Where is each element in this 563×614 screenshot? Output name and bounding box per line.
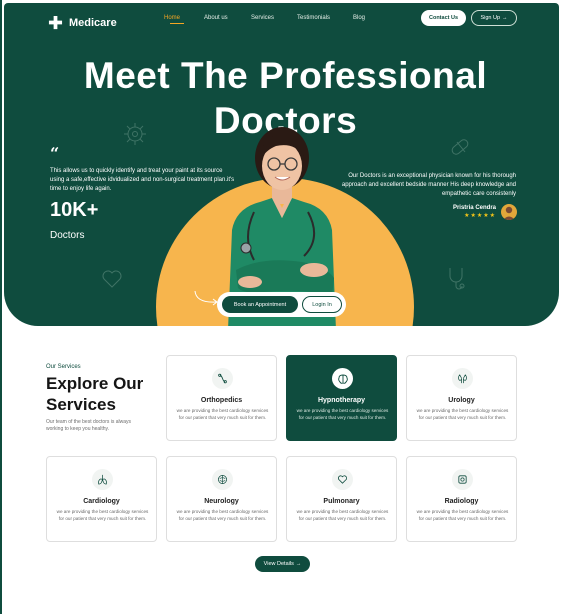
arrow-right-icon: → [502,15,508,21]
services-eyebrow: Our Services [46,364,81,370]
service-card-cardiology[interactable]: Cardiology we are providing the best car… [46,456,157,542]
neuron-icon [218,475,227,484]
card-description: we are providing the best cardiology ser… [176,509,269,521]
card-description: we are providing the best cardiology ser… [296,408,389,420]
service-card-urology[interactable]: Urology we are providing the best cardio… [406,355,517,441]
service-card-pulmonary[interactable]: Pulmonary we are providing the best card… [286,456,397,542]
sign-up-button[interactable]: Sign Up → [471,10,517,26]
card-icon-wrap [332,368,353,389]
card-title: Hypnotherapy [317,397,366,404]
nav-blog[interactable]: Blog [353,15,365,21]
card-description: we are providing the best cardiology ser… [176,408,269,420]
hero-description: This allows us to quickly identify and t… [50,168,235,192]
nav-services[interactable]: Services [251,15,274,21]
card-title: Pulmonary [323,498,360,505]
hero-title-line1: Meet The Professional [83,55,488,96]
sign-up-label: Sign Up [480,15,501,21]
view-details-button[interactable]: View Details → [255,556,310,572]
medical-cross-icon [48,15,63,30]
service-card-radiology[interactable]: Radiology we are providing the best card… [406,456,517,542]
card-icon-wrap [92,469,113,490]
card-description: we are providing the best cardiology ser… [416,509,509,521]
reviewer-avatar [501,204,517,220]
brand-name: Medicare [69,16,117,29]
arrow-right-icon: → [295,561,302,567]
heart-outline-icon [102,270,122,288]
card-title: Radiology [444,498,479,505]
card-icon-wrap [212,368,233,389]
scan-icon [458,475,467,484]
stethoscope-deco-icon [449,268,465,290]
service-card-neurology[interactable]: Neurology we are providing the best card… [166,456,277,542]
card-title: Neurology [204,498,239,505]
testimonial-text: Our Doctors is an exceptional physician … [341,173,516,197]
nav-testimonials[interactable]: Testimonials [297,15,330,21]
service-card-hypnotherapy[interactable]: Hypnotherapy we are providing the best c… [286,355,397,441]
nav-about[interactable]: About us [204,15,228,21]
card-title: Cardiology [83,498,120,505]
avatar-image [503,206,515,220]
card-title: Urology [448,397,475,404]
card-title: Orthopedics [200,397,243,404]
brand-logo[interactable]: Medicare [48,15,117,30]
card-icon-wrap [212,469,233,490]
card-description: we are providing the best cardiology ser… [56,509,149,521]
card-description: we are providing the best cardiology ser… [416,408,509,420]
card-icon-wrap [452,368,473,389]
doctors-stat-label: Doctors [50,230,85,241]
quote-icon: “ [50,144,60,163]
doctors-stat-value: 10K+ [50,199,99,221]
reviewer-name: Pristria Cendra [452,205,496,211]
view-details-label: View Details [263,561,294,567]
contact-us-button[interactable]: Contact Us [421,10,466,26]
page-edge [0,0,2,614]
login-button[interactable]: Login In [302,296,342,313]
card-icon-wrap [452,469,473,490]
brain-icon [337,374,348,384]
nav-home[interactable]: Home [164,15,180,21]
heart-icon [337,475,348,484]
book-appointment-button[interactable]: Book an Appointment [222,296,298,313]
service-card-orthopedics[interactable]: Orthopedics we are providing the best ca… [166,355,277,441]
bone-icon [218,373,227,384]
kidney-icon [458,374,467,384]
nav-active-indicator [170,23,184,24]
card-icon-wrap [332,469,353,490]
card-description: we are providing the best cardiology ser… [296,509,389,521]
rating-stars: ★★★★★ [464,213,496,219]
lungs-icon [98,474,107,485]
hero-section: Medicare Home About us Services Testimon… [4,3,559,326]
services-heading: Explore Our Services [46,374,144,414]
curved-arrow-icon [194,290,218,306]
services-subtext: Our team of the best doctors is always w… [46,419,132,432]
